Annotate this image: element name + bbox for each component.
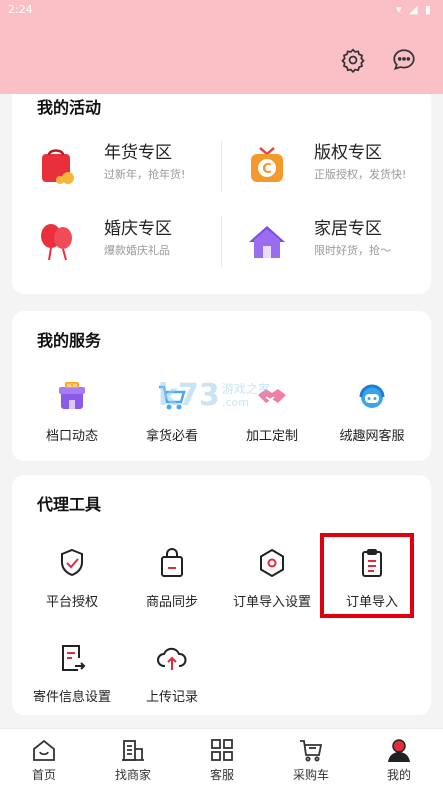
service-label: 档口动态 (45, 429, 98, 444)
activity-title: 家居专区 (314, 219, 382, 239)
activity-divider (221, 140, 222, 192)
nav-merchants[interactable]: 找商家 (89, 729, 177, 788)
cart-icon (300, 740, 323, 762)
tool-sender-info-settings[interactable]: 寄件信息设置 (22, 642, 122, 722)
profile-header (0, 22, 443, 94)
service-stall-news[interactable]: NEW 档口动态 (22, 381, 122, 461)
nav-mine[interactable]: 我的 (355, 729, 443, 788)
watermark-domain: .com (222, 396, 249, 409)
message-button[interactable] (390, 46, 418, 74)
chat-bubble-icon (393, 49, 415, 71)
service-customer-support[interactable]: 绒趣网客服 (322, 381, 422, 461)
tool-label: 寄件信息设置 (32, 690, 111, 705)
nav-label: 采购车 (292, 768, 329, 782)
tool-label: 上传记录 (145, 690, 198, 705)
activity-divider (221, 216, 222, 268)
status-time: 2:24 (8, 3, 33, 16)
bag-icon (161, 548, 183, 577)
hexagon-settings-icon (260, 548, 284, 578)
nav-home[interactable]: 首页 (0, 729, 88, 788)
nav-label: 找商家 (114, 768, 151, 782)
shopping-bag-icon (42, 149, 74, 184)
activity-subtitle: 限时好货，抢～ (314, 244, 391, 257)
service-label: 绒趣网客服 (339, 429, 405, 444)
home-icon (33, 739, 55, 761)
status-bar: 2:24 ▾ ◢ ▮ (0, 0, 443, 22)
activity-title: 版权专区 (314, 143, 382, 163)
settings-button[interactable] (339, 46, 367, 74)
activity-home[interactable]: 家居专区 限时好货，抢～ (222, 212, 422, 272)
activities-title: 我的活动 (37, 98, 102, 117)
activity-subtitle: 爆款婚庆礼品 (104, 244, 170, 257)
nav-label: 我的 (386, 768, 411, 782)
tools-title: 代理工具 (37, 495, 102, 514)
activity-wedding[interactable]: 婚庆专区 爆款婚庆礼品 (12, 212, 212, 272)
activity-subtitle: 正版授权，发货快! (314, 168, 407, 181)
activity-copyright[interactable]: C 版权专区 正版授权，发货快! (222, 136, 422, 196)
gear-icon (341, 48, 365, 73)
new-badge: NEW (67, 383, 78, 389)
nav-label: 客服 (209, 768, 234, 782)
activity-title: 婚庆专区 (104, 219, 172, 239)
service-label: 加工定制 (245, 429, 298, 444)
tool-label: 订单导入设置 (232, 595, 311, 610)
document-export-icon (62, 645, 86, 671)
building-icon (122, 740, 144, 761)
tool-platform-auth[interactable]: 平台授权 (22, 547, 122, 627)
nav-customer-service[interactable]: 客服 (178, 729, 266, 788)
activity-newyear[interactable]: 年货专区 过新年，抢年货! (12, 136, 212, 196)
nav-purchase-cart[interactable]: 采购车 (267, 729, 355, 788)
tool-upload-records[interactable]: 上传记录 (122, 642, 222, 722)
cloud-upload-icon (157, 647, 187, 670)
balloons-icon (41, 224, 72, 261)
signal-icon: ◢ (408, 3, 420, 16)
battery-icon: ▮ (424, 3, 433, 16)
activity-title: 年货专区 (104, 143, 172, 163)
shield-check-icon (61, 548, 83, 577)
watermark-text: 游戏之家 (222, 382, 271, 396)
tool-label: 商品同步 (145, 595, 198, 610)
tool-product-sync[interactable]: 商品同步 (122, 547, 222, 627)
store-icon: NEW (59, 382, 85, 409)
activities-card: 我的活动 年货专区 过新年，抢年货! C 版权专区 正版授权，发货快! 婚庆专区… (12, 94, 431, 294)
grid-icon (211, 739, 233, 761)
svg-text:C: C (262, 162, 272, 177)
bottom-nav: 首页 找商家 客服 采购车 我的 (0, 728, 443, 788)
nav-label: 首页 (31, 768, 56, 782)
highlight-box (320, 533, 414, 618)
watermark-logo: k73 (158, 378, 220, 413)
watermark: k73 游戏之家 .com (156, 378, 286, 413)
tool-label: 平台授权 (45, 595, 98, 610)
services-title: 我的服务 (37, 331, 102, 350)
status-icons: ▾ ◢ ▮ (396, 3, 433, 16)
service-label: 拿货必看 (145, 429, 198, 444)
headset-robot-icon (359, 384, 385, 408)
wifi-icon: ▾ (395, 3, 404, 16)
user-icon (388, 739, 410, 762)
tool-order-import-settings[interactable]: 订单导入设置 (222, 547, 322, 627)
tv-copyright-icon: C (251, 147, 283, 182)
activity-subtitle: 过新年，抢年货! (104, 168, 186, 181)
house-icon (249, 226, 285, 258)
